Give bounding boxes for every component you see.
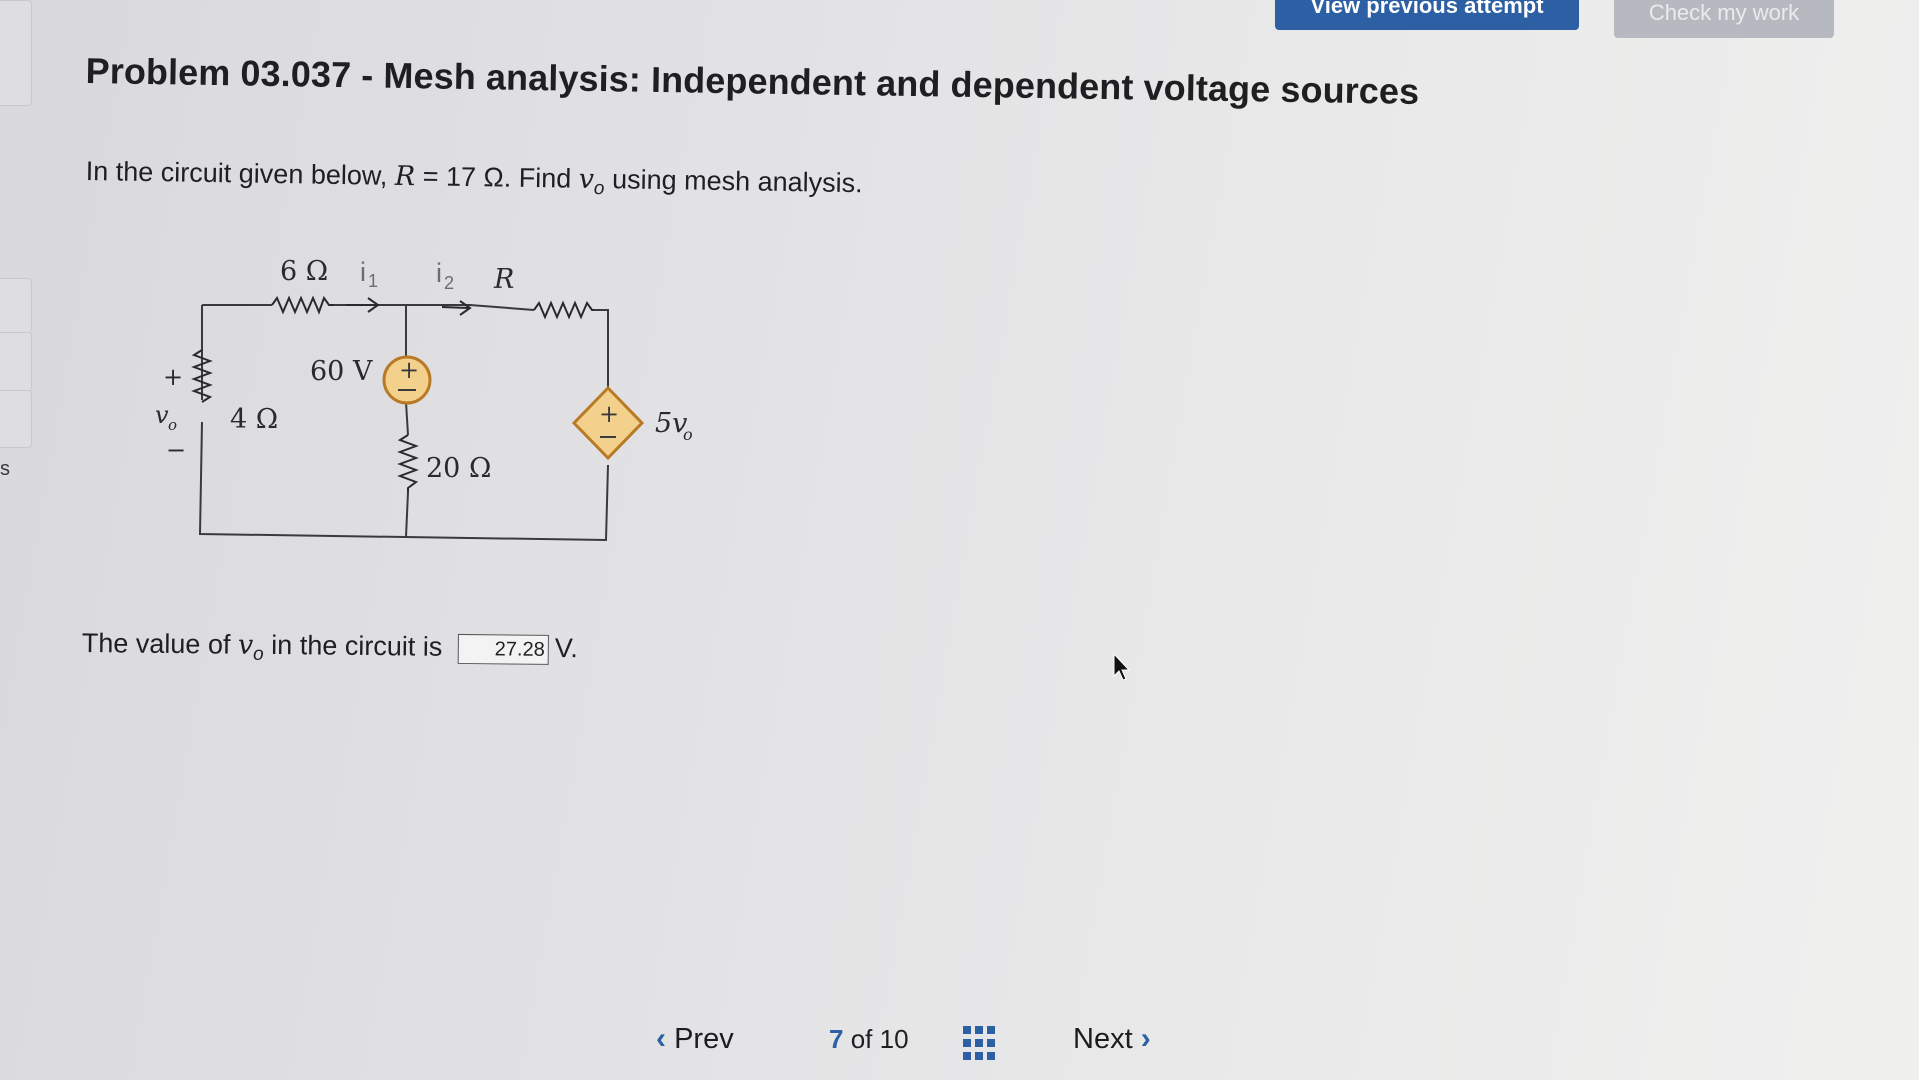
label-vo-minus: − [166,436,186,464]
dep-source-plus: + [599,400,619,428]
left-panel-tab-2[interactable] [0,332,32,392]
view-previous-attempt-button[interactable]: View previous attempt [1275,0,1579,30]
prompt-prefix: In the circuit given below, [85,156,396,191]
chevron-left-icon: ‹ [656,1022,666,1055]
label-i2: i [436,258,442,288]
answer-input[interactable]: 27.28 [457,633,549,665]
prompt-value: = 17 Ω. Find [415,161,579,194]
answer-line: The value of vo in the circuit is 27.28 V… [82,628,578,669]
source-60v-plus: + [399,356,419,384]
prompt-variable: R [394,160,416,193]
page: View previous attempt Check my work s Pr… [0,0,1919,1080]
label-r: R [493,264,514,295]
label-vo: v [155,401,169,429]
pager-current: 7 [829,1024,844,1054]
current-arrow-i2 [441,300,472,316]
answer-prefix: The value of [81,628,239,660]
label-20-ohm: 20 Ω [426,453,491,484]
grid-icon[interactable] [963,1026,995,1060]
label-dep-source-sub: o [683,425,693,444]
mouse-cursor-icon [1113,652,1131,681]
check-my-work-button[interactable]: Check my work [1614,0,1834,38]
label-4-ohm: 4 Ω [230,404,278,435]
current-arrow-i1 [346,297,380,313]
label-60v: 60 V [310,356,373,387]
label-vo-sub: o [168,416,177,434]
resistor-20-ohm [397,434,419,492]
prompt-vo-sub: o [593,177,605,200]
prev-button[interactable]: ‹ Prev [656,1022,734,1056]
label-i1: i [360,257,366,287]
next-label: Next [1073,1023,1133,1055]
prompt-vo: v [578,163,595,195]
problem-prompt: In the circuit given below, R = 17 Ω. Fi… [85,156,863,204]
edge-letter: s [0,458,10,480]
resistor-r [533,300,594,320]
circuit-diagram: + + 6 Ω i 1 i 2 R 60 V 4 Ω 20 Ω 5v o + v… [155,256,693,542]
pager-total: 10 [879,1024,909,1054]
pager-of: of [850,1024,873,1054]
resistor-4-ohm [191,349,213,403]
label-i1-sub: 1 [368,271,378,291]
prompt-suffix: using mesh analysis. [604,164,863,199]
problem-title: Problem 03.037 - Mesh analysis: Independ… [85,50,1420,112]
answer-vo: v [237,629,254,661]
label-6-ohm: 6 Ω [280,256,328,287]
chevron-right-icon: › [1140,1022,1151,1055]
prev-label: Prev [674,1023,734,1055]
answer-unit: V. [554,632,579,664]
left-panel-top[interactable] [0,0,32,106]
pager: 7 of 10 [829,1024,909,1055]
label-vo-plus: + [163,363,183,391]
resistor-6-ohm [271,295,334,315]
answer-middle: in the circuit is [263,629,450,662]
left-panel-tab-1[interactable] [0,278,32,334]
label-i2-sub: 2 [444,273,454,293]
left-panel-tab-3[interactable] [0,390,32,448]
next-button[interactable]: Next › [1073,1022,1151,1056]
answer-vo-sub: o [252,643,264,665]
